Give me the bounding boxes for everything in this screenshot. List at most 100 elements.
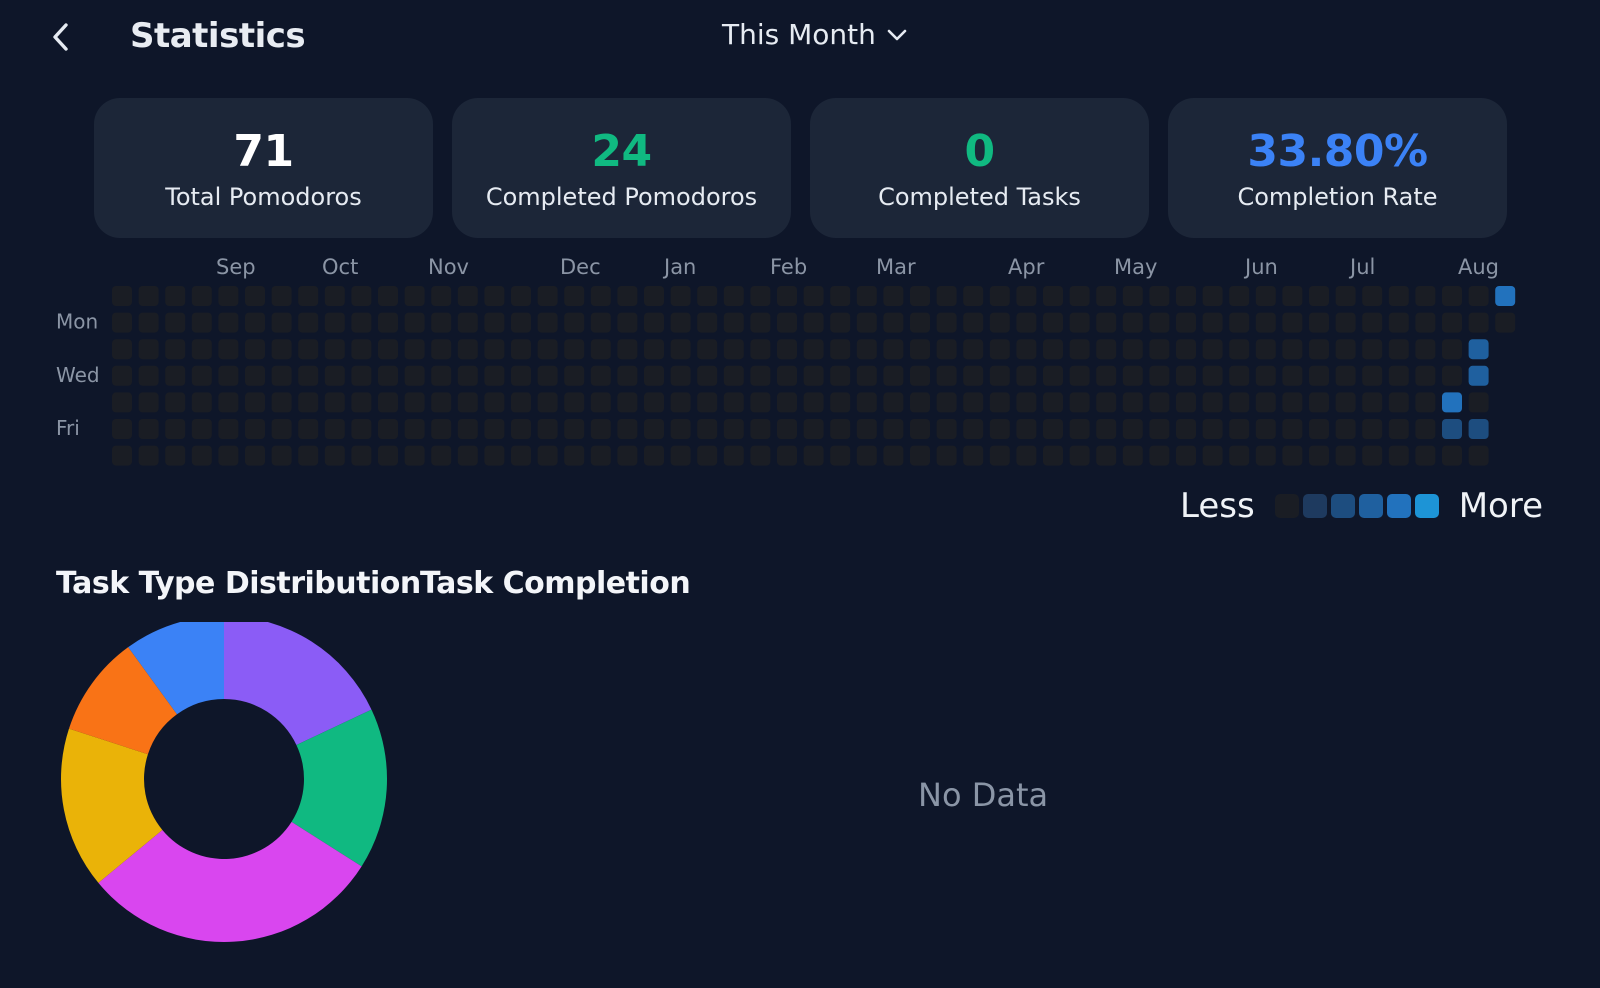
heatmap-cell[interactable]	[1468, 392, 1489, 413]
heatmap-cell[interactable]	[989, 445, 1010, 466]
heatmap-cell[interactable]	[112, 339, 132, 360]
heatmap-cell[interactable]	[1043, 392, 1063, 413]
heatmap-cell[interactable]	[856, 339, 877, 360]
heatmap-cell[interactable]	[830, 339, 851, 360]
heatmap-cell[interactable]	[963, 392, 984, 413]
heatmap-cell[interactable]	[1122, 365, 1143, 386]
heatmap-cell[interactable]	[1335, 312, 1356, 333]
heatmap-cell[interactable]	[1388, 392, 1409, 413]
heatmap-cell[interactable]	[1282, 339, 1303, 360]
heatmap-cell[interactable]	[936, 365, 957, 386]
heatmap-cell-active[interactable]	[1468, 365, 1489, 386]
heatmap-cell[interactable]	[1255, 445, 1276, 466]
heatmap-cell[interactable]	[1255, 365, 1276, 386]
heatmap-cell[interactable]	[989, 312, 1010, 333]
heatmap-cell[interactable]	[1122, 445, 1143, 466]
heatmap-cell[interactable]	[1202, 419, 1223, 439]
heatmap-cell[interactable]	[1043, 419, 1063, 439]
heatmap-cell[interactable]	[1362, 286, 1383, 306]
heatmap-cell[interactable]	[750, 392, 771, 413]
heatmap-cell[interactable]	[1229, 339, 1250, 360]
heatmap-cell[interactable]	[963, 312, 984, 333]
heatmap-cell[interactable]	[1388, 419, 1409, 439]
heatmap-cell[interactable]	[1388, 365, 1409, 386]
heatmap-cell[interactable]	[1122, 312, 1143, 333]
heatmap-cell[interactable]	[777, 312, 797, 333]
heatmap-cell[interactable]	[271, 286, 292, 306]
heatmap-cell[interactable]	[883, 286, 904, 306]
heatmap-cell[interactable]	[1309, 419, 1329, 439]
heatmap-cell[interactable]	[112, 286, 132, 306]
heatmap-cell[interactable]	[697, 445, 718, 466]
heatmap-cell[interactable]	[883, 419, 904, 439]
heatmap-cell[interactable]	[511, 286, 531, 306]
heatmap-cell[interactable]	[803, 312, 824, 333]
heatmap-cell[interactable]	[1495, 312, 1516, 333]
heatmap-cell[interactable]	[1255, 419, 1276, 439]
heatmap-cell[interactable]	[1202, 365, 1223, 386]
heatmap-cell[interactable]	[963, 365, 984, 386]
heatmap-cell[interactable]	[1176, 445, 1196, 466]
heatmap-cell[interactable]	[1309, 339, 1329, 360]
heatmap-cell[interactable]	[511, 365, 531, 386]
heatmap-cell[interactable]	[537, 419, 558, 439]
heatmap-cell[interactable]	[218, 286, 239, 306]
heatmap-cell[interactable]	[1468, 286, 1489, 306]
heatmap-cell[interactable]	[856, 419, 877, 439]
heatmap-cell[interactable]	[670, 312, 691, 333]
heatmap-cell[interactable]	[617, 365, 638, 386]
heatmap-cell[interactable]	[245, 339, 265, 360]
heatmap-cell[interactable]	[936, 339, 957, 360]
heatmap-cell[interactable]	[191, 445, 212, 466]
heatmap-cell[interactable]	[910, 445, 930, 466]
back-button[interactable]	[44, 20, 78, 54]
heatmap-cell[interactable]	[138, 339, 159, 360]
heatmap-cell[interactable]	[936, 286, 957, 306]
heatmap-cell[interactable]	[484, 365, 505, 386]
heatmap-cell[interactable]	[324, 312, 345, 333]
heatmap-cell[interactable]	[697, 312, 718, 333]
heatmap-cell[interactable]	[1149, 286, 1170, 306]
heatmap-cell[interactable]	[803, 365, 824, 386]
heatmap-cell[interactable]	[457, 419, 478, 439]
heatmap-cell[interactable]	[298, 445, 319, 466]
heatmap-cell[interactable]	[989, 339, 1010, 360]
heatmap-cell[interactable]	[457, 339, 478, 360]
heatmap-cell[interactable]	[1255, 339, 1276, 360]
heatmap-cell[interactable]	[1442, 365, 1462, 386]
heatmap-cell[interactable]	[457, 365, 478, 386]
heatmap-cell[interactable]	[617, 419, 638, 439]
heatmap-cell[interactable]	[1335, 339, 1356, 360]
heatmap-cell[interactable]	[723, 419, 744, 439]
heatmap-cell[interactable]	[191, 339, 212, 360]
heatmap-cell[interactable]	[697, 286, 718, 306]
heatmap-cell[interactable]	[351, 392, 372, 413]
heatmap-cell[interactable]	[617, 445, 638, 466]
heatmap-cell[interactable]	[564, 419, 585, 439]
heatmap-cell[interactable]	[723, 312, 744, 333]
heatmap-cell[interactable]	[218, 392, 239, 413]
heatmap-cell[interactable]	[1415, 339, 1436, 360]
heatmap-cell[interactable]	[1282, 365, 1303, 386]
heatmap-cell[interactable]	[431, 286, 452, 306]
heatmap-cell[interactable]	[1362, 445, 1383, 466]
heatmap-cell[interactable]	[1415, 286, 1436, 306]
heatmap-cell[interactable]	[697, 339, 718, 360]
heatmap-cell[interactable]	[723, 365, 744, 386]
heatmap-cell[interactable]	[404, 392, 425, 413]
heatmap-cell[interactable]	[1282, 419, 1303, 439]
heatmap-cell[interactable]	[431, 419, 452, 439]
heatmap-cell[interactable]	[537, 312, 558, 333]
heatmap-cell[interactable]	[617, 286, 638, 306]
heatmap-cell[interactable]	[1362, 339, 1383, 360]
heatmap-cell[interactable]	[1043, 445, 1063, 466]
heatmap-cell[interactable]	[989, 419, 1010, 439]
heatmap-cell[interactable]	[1335, 419, 1356, 439]
heatmap-cell[interactable]	[112, 365, 132, 386]
heatmap-cell[interactable]	[1016, 312, 1037, 333]
heatmap-cell[interactable]	[1016, 339, 1037, 360]
heatmap-cell[interactable]	[1149, 365, 1170, 386]
heatmap-cell[interactable]	[1388, 286, 1409, 306]
heatmap-cell[interactable]	[218, 419, 239, 439]
heatmap-cell[interactable]	[324, 365, 345, 386]
